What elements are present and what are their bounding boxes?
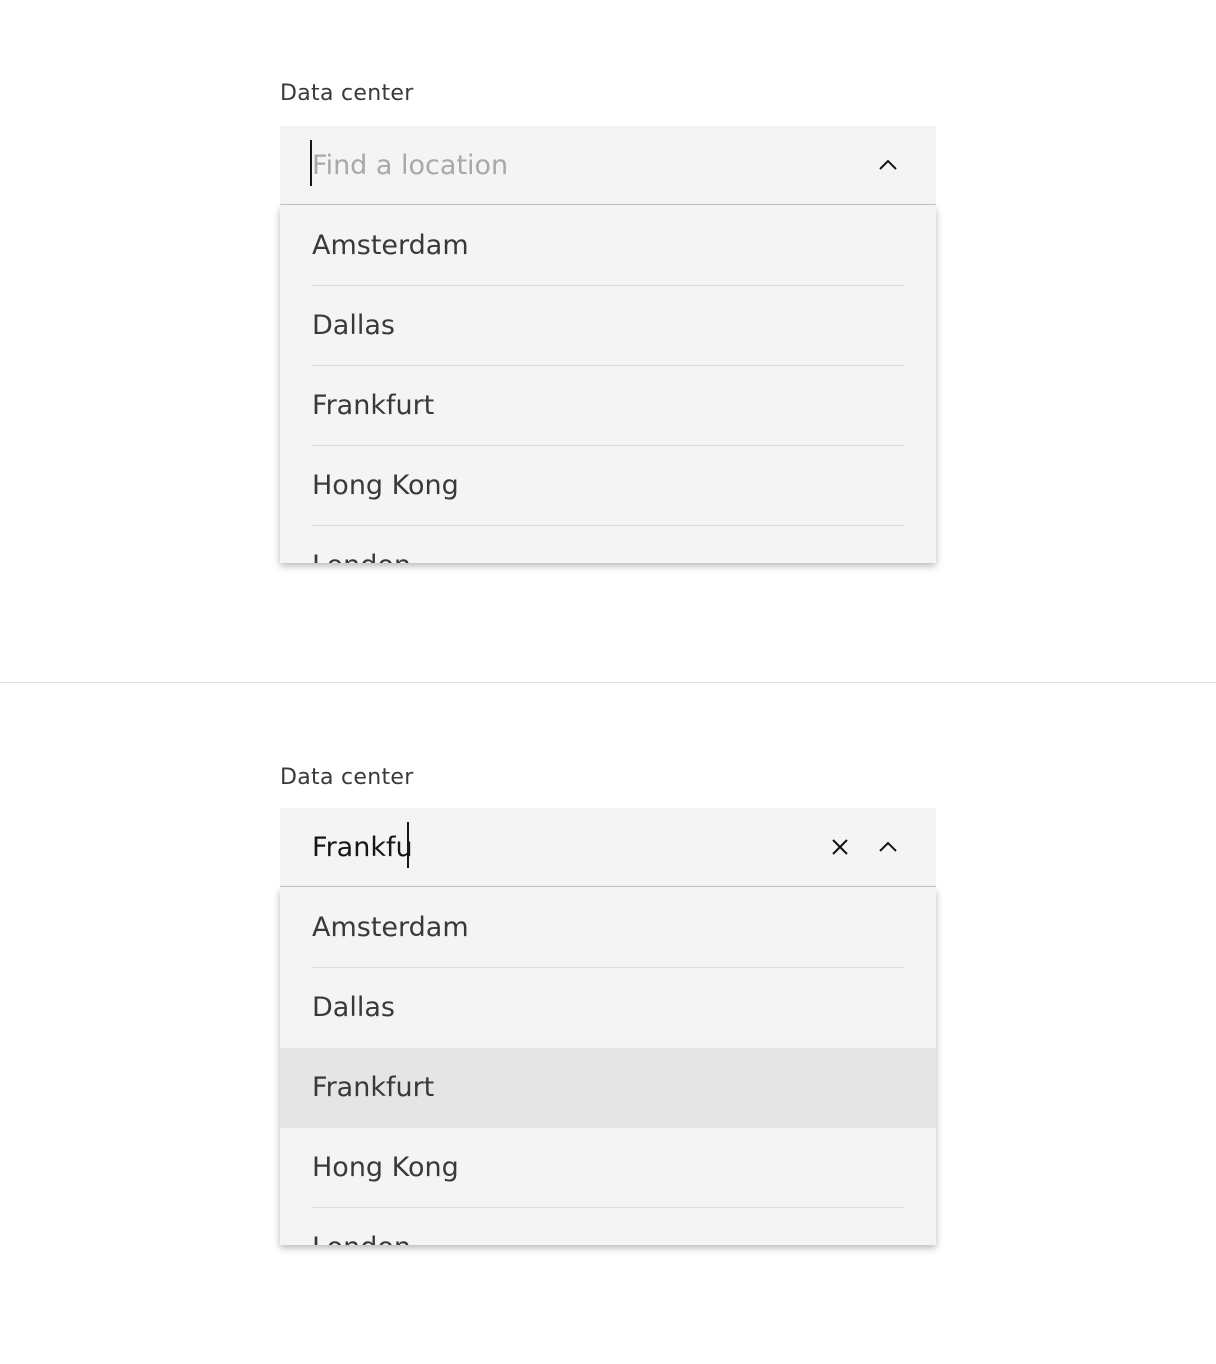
toggle-listbox-button[interactable] xyxy=(868,145,908,185)
text-cursor xyxy=(407,822,409,868)
combobox-example-filtered: Data center Amsterdam Dallas Frankfurt H… xyxy=(0,683,1216,1364)
option-label: London xyxy=(312,1208,904,1245)
combobox-example-empty: Data center Amsterdam Dallas Frankfurt H… xyxy=(0,0,1216,682)
list-item[interactable]: Dallas xyxy=(280,286,936,366)
option-label: Dallas xyxy=(312,286,904,366)
combobox-field[interactable] xyxy=(280,808,936,887)
close-icon xyxy=(832,839,848,855)
list-item[interactable]: Amsterdam xyxy=(280,206,936,286)
list-item[interactable]: Hong Kong xyxy=(280,446,936,526)
option-label: Frankfurt xyxy=(312,366,904,446)
list-item-highlighted[interactable]: Frankfurt xyxy=(280,1048,936,1128)
list-item[interactable]: Hong Kong xyxy=(280,1128,936,1208)
options-listbox: Amsterdam Dallas Frankfurt Hong Kong Lon… xyxy=(280,888,936,1245)
option-label: Amsterdam xyxy=(312,888,904,968)
location-search-input[interactable] xyxy=(312,808,792,886)
clear-selection-button[interactable] xyxy=(820,827,860,867)
option-label: Hong Kong xyxy=(312,1128,904,1208)
chevron-up-icon xyxy=(879,841,897,852)
field-label: Data center xyxy=(280,81,414,106)
field-label: Data center xyxy=(280,765,414,790)
toggle-listbox-button[interactable] xyxy=(868,827,908,867)
list-item[interactable]: Frankfurt xyxy=(280,366,936,446)
list-item[interactable]: Dallas xyxy=(280,968,936,1048)
options-listbox: Amsterdam Dallas Frankfurt Hong Kong Lon… xyxy=(280,206,936,563)
combobox-field[interactable] xyxy=(280,126,936,205)
list-item[interactable]: London xyxy=(280,526,936,563)
text-cursor xyxy=(310,140,312,186)
list-item[interactable]: Amsterdam xyxy=(280,888,936,968)
list-item[interactable]: London xyxy=(280,1208,936,1245)
chevron-up-icon xyxy=(879,159,897,170)
option-label: London xyxy=(312,526,904,563)
option-label: Frankfurt xyxy=(312,1072,435,1103)
location-search-input[interactable] xyxy=(312,126,792,204)
option-label: Dallas xyxy=(312,992,395,1023)
option-label: Amsterdam xyxy=(312,206,904,286)
option-label: Hong Kong xyxy=(312,446,904,526)
